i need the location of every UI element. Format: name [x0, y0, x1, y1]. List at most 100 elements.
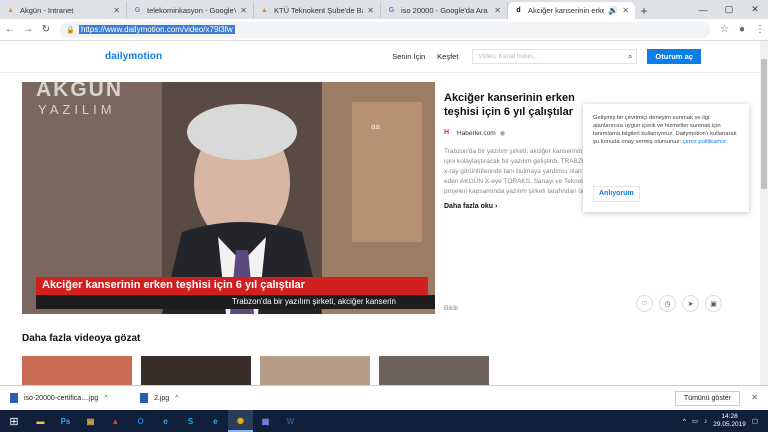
windows-taskbar: ⊞ ▬ Ps ▤ ▲ O e S e ◉ ▦ W ^ ▭ ♪ 14:28 29.… — [0, 410, 768, 432]
close-icon[interactable]: ✕ — [240, 6, 247, 15]
word-icon[interactable]: W — [278, 410, 303, 432]
dailymotion-logo-icon: d — [516, 7, 521, 14]
tab-0[interactable]: ▲ Akgün - Intranet ✕ — [0, 2, 127, 19]
chevron-up-icon[interactable]: ^ — [175, 395, 178, 402]
volume-icon[interactable]: ♪ — [704, 418, 707, 425]
add-to-playlist-icon[interactable]: ▣ — [705, 295, 722, 312]
edge-icon[interactable]: e — [203, 410, 228, 432]
photoshop-icon[interactable]: Ps — [53, 410, 78, 432]
video-thumbnail[interactable] — [260, 356, 370, 385]
chevron-up-icon[interactable]: ^ — [683, 418, 686, 425]
search-icon[interactable]: ⌕ — [628, 52, 632, 62]
network-icon[interactable]: ▭ — [692, 417, 698, 425]
chevron-right-icon: › — [494, 203, 498, 210]
url-input[interactable]: 🔒 https://www.dailymotion.com/video/x79l… — [60, 21, 710, 38]
new-tab-button[interactable]: + — [635, 2, 653, 19]
login-button[interactable]: Oturum aç — [647, 49, 701, 64]
video-thumbnail[interactable] — [141, 356, 251, 385]
menu-icon[interactable]: ⋮ — [755, 24, 765, 35]
video-player[interactable]: AKGÜN YAZILIM aa Akciğer kanserinin erke… — [22, 82, 435, 314]
brand-top: AKGÜN — [36, 82, 123, 101]
clock[interactable]: 14:28 29.05.2019 — [713, 413, 746, 429]
downloads-bar: iso-20000-certifica....jpg ^ 2.jpg ^ Tüm… — [0, 385, 768, 410]
tab-title: telekominkasyon - Google'da Ara — [147, 6, 236, 15]
google-logo-icon: G — [388, 7, 395, 14]
download-item[interactable]: iso-20000-certifica....jpg ^ — [0, 393, 130, 403]
outlook-icon[interactable]: O — [128, 410, 153, 432]
close-icon[interactable]: ✕ — [367, 6, 374, 15]
brand-sub: YAZILIM — [38, 102, 116, 117]
close-window-icon[interactable]: ✕ — [742, 0, 768, 19]
read-more-label: Daha fazla oku — [444, 203, 494, 210]
search-input[interactable]: Video, Kanal bulun... ⌕ — [472, 49, 638, 64]
tab-title: Akciğer kanserinin erken teş... — [528, 6, 605, 15]
teams-icon[interactable]: ▦ — [253, 410, 278, 432]
cookie-accept-button[interactable]: Anlıyorum — [593, 186, 640, 202]
url-text: https://www.dailymotion.com/video/x79l3f… — [79, 25, 235, 34]
tab-title: iso 20000 - Google'da Ara — [401, 6, 488, 15]
akgun-logo-icon: ▲ — [261, 7, 268, 14]
video-ticker: Trabzon'da bir yazılım şirketi, akciğer … — [36, 295, 435, 309]
google-logo-icon: G — [134, 7, 141, 14]
close-icon[interactable]: ✕ — [751, 393, 758, 402]
dailymotion-page: dailymotion Senin İçin Keşfet Video, Kan… — [0, 41, 760, 385]
tab-4[interactable]: d Akciğer kanserinin erken teş... 🔊 ✕ — [508, 2, 635, 19]
video-thumbnail[interactable] — [379, 356, 489, 385]
speaker-icon[interactable]: 🔊 — [608, 6, 618, 15]
video-thumbnails — [22, 356, 489, 385]
lock-icon: 🔒 — [66, 26, 75, 34]
nav-for-you[interactable]: Senin İçin — [392, 52, 425, 61]
close-icon[interactable]: ✕ — [113, 6, 120, 15]
akgun-logo-icon: ▲ — [7, 7, 14, 14]
share-icon[interactable]: ➤ — [682, 295, 699, 312]
video-title: Akciğer kanserinin erken teşhisi için 6 … — [444, 92, 575, 118]
tab-3[interactable]: G iso 20000 - Google'da Ara ✕ — [381, 2, 508, 19]
video-actions: ♡ ◷ ➤ ▣ — [636, 295, 722, 312]
close-icon[interactable]: ✕ — [494, 6, 501, 15]
clock-time: 14:28 — [721, 413, 738, 420]
system-tray: ^ ▭ ♪ 14:28 29.05.2019 ▢ — [683, 410, 758, 432]
scrollbar-thumb[interactable] — [761, 59, 767, 189]
windows-start-icon[interactable]: ⊞ — [0, 410, 28, 432]
download-filename: iso-20000-certifica....jpg — [24, 394, 99, 402]
chrome-icon[interactable]: ◉ — [228, 410, 253, 432]
tab-title: Akgün - Intranet — [20, 6, 74, 15]
address-bar-row: ← → ↻ 🔒 https://www.dailymotion.com/vide… — [0, 19, 768, 41]
cookie-policy-link[interactable]: çerez politikamız. — [683, 139, 728, 145]
forward-icon[interactable]: → — [20, 24, 36, 35]
chevron-up-icon[interactable]: ^ — [104, 395, 107, 402]
haberler-logo-icon: H — [444, 129, 450, 136]
search-placeholder: Video, Kanal bulun... — [478, 53, 539, 60]
file-icon — [140, 393, 148, 403]
minimize-icon[interactable]: — — [690, 0, 716, 19]
file-manager-icon[interactable]: ▤ — [78, 410, 103, 432]
verified-icon: ◉ — [499, 130, 506, 137]
download-item[interactable]: 2.jpg ^ — [130, 393, 260, 403]
close-icon[interactable]: ✕ — [622, 6, 629, 15]
page-scrollbar[interactable] — [760, 41, 768, 385]
download-filename: 2.jpg — [154, 394, 170, 402]
tab-2[interactable]: ▲ KTÜ Teknokent Şube'de Bayrak... ✕ — [254, 2, 381, 19]
video-thumbnail[interactable] — [22, 356, 132, 385]
file-icon — [10, 393, 18, 403]
nav-explore[interactable]: Keşfet — [437, 52, 458, 61]
report-link[interactable]: Bildir — [444, 305, 458, 312]
channel-name[interactable]: Haberler.com — [457, 130, 496, 137]
like-icon[interactable]: ♡ — [636, 295, 653, 312]
star-icon[interactable]: ☆ — [720, 24, 729, 35]
explorer-icon[interactable]: ▬ — [28, 410, 53, 432]
notification-icon[interactable]: ▢ — [752, 417, 758, 425]
window-controls: — ▢ ✕ — [690, 0, 768, 19]
aa-watermark: aa — [371, 122, 380, 131]
back-icon[interactable]: ← — [2, 24, 18, 35]
ie-icon[interactable]: e — [153, 410, 178, 432]
tab-1[interactable]: G telekominkasyon - Google'da Ara ✕ — [127, 2, 254, 19]
watch-later-icon[interactable]: ◷ — [659, 295, 676, 312]
pdf-icon[interactable]: ▲ — [103, 410, 128, 432]
profile-icon[interactable]: ● — [739, 24, 745, 35]
show-all-button[interactable]: Tümünü göster — [674, 391, 740, 406]
reload-icon[interactable]: ↻ — [38, 24, 54, 35]
maximize-icon[interactable]: ▢ — [716, 0, 742, 19]
dailymotion-logo[interactable]: dailymotion — [105, 51, 162, 62]
skype-icon[interactable]: S — [178, 410, 203, 432]
